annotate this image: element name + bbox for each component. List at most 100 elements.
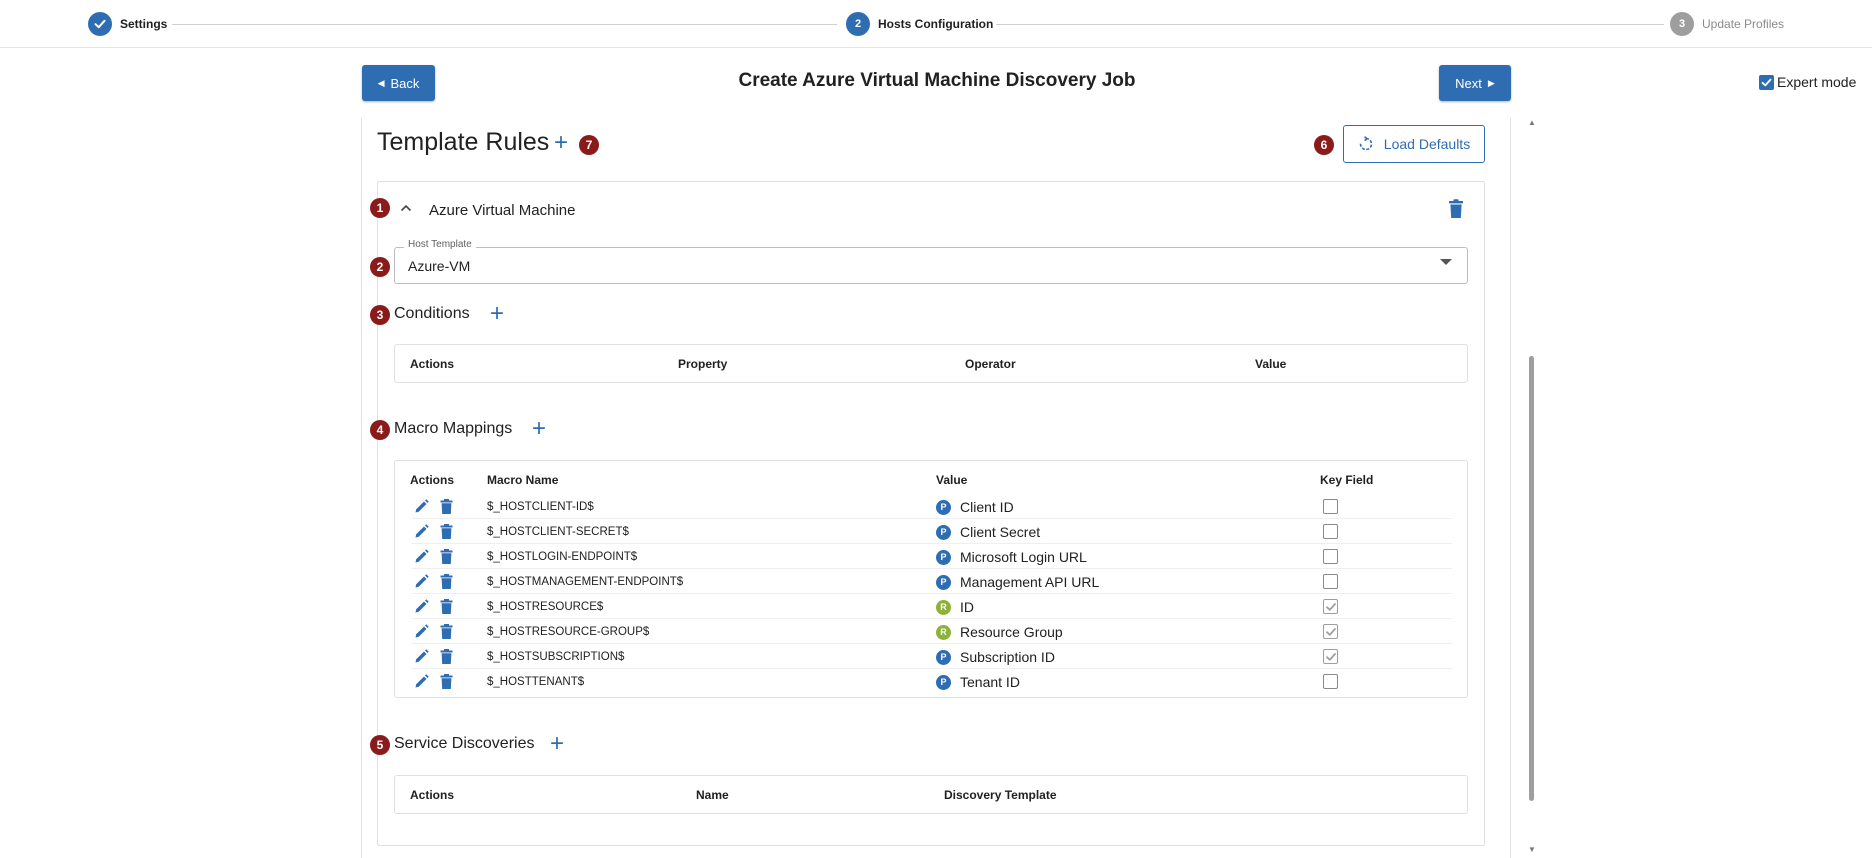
caret-left-icon: ◀ [377, 77, 385, 88]
service-header-actions: Actions [410, 788, 455, 802]
conditions-header-actions: Actions [410, 357, 455, 371]
macro-value-label: Client Secret [960, 524, 1041, 540]
next-button-label: Next [1455, 75, 1482, 91]
macro-name: $_HOSTRESOURCE$ [487, 601, 604, 613]
vertical-scrollbar[interactable]: ▲ ▼ [1527, 118, 1537, 858]
stepper: Settings 2 Hosts Configuration 3 Update … [0, 0, 1872, 48]
add-condition-plus-icon[interactable]: + [490, 302, 504, 326]
step-settings[interactable]: Settings [88, 12, 167, 36]
macro-header-key-field: Key Field [1320, 473, 1374, 487]
conditions-title: Conditions [394, 305, 470, 322]
expert-mode-label: Expert mode [1777, 74, 1857, 90]
check-icon [1325, 602, 1336, 611]
value-type-badge: P [936, 549, 951, 565]
stepper-connector [996, 24, 1664, 25]
macro-name: $_HOSTCLIENT-ID$ [487, 501, 594, 513]
scroll-down-icon[interactable]: ▼ [1527, 845, 1537, 854]
macro-name: $_HOSTLOGIN-ENDPOINT$ [487, 551, 638, 563]
edit-pencil-icon[interactable] [414, 649, 429, 669]
edit-pencil-icon[interactable] [414, 624, 429, 644]
row-divider [412, 668, 1452, 669]
edit-pencil-icon[interactable] [414, 674, 429, 694]
callout-badge: 6 [1314, 135, 1334, 155]
step-label: Hosts Configuration [878, 17, 994, 31]
delete-trash-icon[interactable] [440, 524, 453, 544]
conditions-header-value: Value [1255, 357, 1287, 371]
edit-pencil-icon[interactable] [414, 499, 429, 519]
delete-trash-icon[interactable] [440, 674, 453, 694]
chevron-up-icon[interactable] [399, 201, 413, 218]
step-label: Update Profiles [1702, 17, 1785, 31]
delete-trash-icon[interactable] [440, 499, 453, 519]
edit-pencil-icon[interactable] [414, 549, 429, 569]
macro-value: P Microsoft Login URL [936, 549, 1087, 565]
service-header-name: Name [696, 788, 729, 802]
callout-badge: 1 [370, 198, 390, 218]
service-discoveries-table [394, 775, 1468, 814]
service-header-discovery-template: Discovery Template [944, 788, 1057, 802]
step-hosts-configuration[interactable]: 2 Hosts Configuration [846, 12, 993, 36]
delete-trash-icon[interactable] [440, 649, 453, 669]
key-field-checkbox[interactable] [1323, 524, 1338, 539]
macro-value-label: ID [960, 599, 974, 615]
delete-trash-icon[interactable] [440, 549, 453, 569]
next-button[interactable]: Next ▶ [1439, 65, 1511, 101]
value-type-badge: P [936, 499, 951, 515]
value-type-badge: R [936, 624, 951, 640]
load-defaults-button[interactable]: Load Defaults [1343, 125, 1485, 163]
delete-trash-icon[interactable] [440, 624, 453, 644]
macro-value-label: Management API URL [960, 574, 1100, 590]
add-service-discovery-plus-icon[interactable]: + [550, 732, 564, 756]
value-type-badge: P [936, 524, 951, 540]
macro-value-label: Tenant ID [960, 674, 1020, 690]
expert-mode-toggle[interactable]: Expert mode [1759, 74, 1856, 90]
row-divider [412, 543, 1452, 544]
key-field-checkbox[interactable] [1323, 599, 1338, 614]
conditions-header-operator: Operator [965, 357, 1016, 371]
callout-badge: 2 [370, 257, 390, 277]
macro-name: $_HOSTSUBSCRIPTION$ [487, 651, 625, 663]
back-button-label: Back [390, 75, 420, 91]
checkbox-checked-icon[interactable] [1759, 74, 1774, 90]
delete-trash-icon[interactable] [440, 599, 453, 619]
delete-trash-icon[interactable] [440, 574, 453, 594]
macro-header-actions: Actions [410, 473, 455, 487]
key-field-checkbox[interactable] [1323, 674, 1338, 689]
page-title: Create Azure Virtual Machine Discovery J… [738, 70, 1136, 91]
macro-value-label: Resource Group [960, 624, 1063, 640]
restore-icon [1359, 136, 1373, 151]
value-type-badge: P [936, 574, 951, 590]
value-type-badge: P [936, 649, 951, 665]
row-divider [412, 618, 1452, 619]
row-divider [412, 568, 1452, 569]
key-field-checkbox[interactable] [1323, 574, 1338, 589]
template-rules-title: Template Rules [377, 128, 550, 156]
add-rule-plus-icon[interactable]: + [554, 131, 568, 155]
edit-pencil-icon[interactable] [414, 599, 429, 619]
back-button[interactable]: ◀ Back [362, 65, 435, 101]
scroll-up-icon[interactable]: ▲ [1527, 118, 1537, 127]
callout-badge: 4 [370, 420, 390, 440]
macro-value: P Management API URL [936, 574, 1099, 590]
key-field-checkbox[interactable] [1323, 624, 1338, 639]
macro-header-name: Macro Name [487, 473, 559, 487]
scrollbar-thumb[interactable] [1529, 356, 1534, 801]
dropdown-caret-icon[interactable] [1440, 259, 1452, 265]
caret-right-icon: ▶ [1487, 77, 1495, 88]
delete-rule-icon[interactable] [1448, 199, 1464, 224]
service-discoveries-title: Service Discoveries [394, 735, 535, 752]
macro-header-value: Value [936, 473, 968, 487]
callout-badge: 3 [370, 305, 390, 325]
rule-name: Azure Virtual Machine [429, 202, 576, 219]
macro-value: R ID [936, 599, 974, 615]
key-field-checkbox[interactable] [1323, 499, 1338, 514]
edit-pencil-icon[interactable] [414, 574, 429, 594]
edit-pencil-icon[interactable] [414, 524, 429, 544]
add-macro-plus-icon[interactable]: + [532, 417, 546, 441]
key-field-checkbox[interactable] [1323, 649, 1338, 664]
macro-value: P Subscription ID [936, 649, 1055, 665]
key-field-checkbox[interactable] [1323, 549, 1338, 564]
step-update-profiles[interactable]: 3 Update Profiles [1670, 12, 1784, 36]
step-label: Settings [120, 17, 168, 31]
host-template-select[interactable] [394, 247, 1468, 284]
